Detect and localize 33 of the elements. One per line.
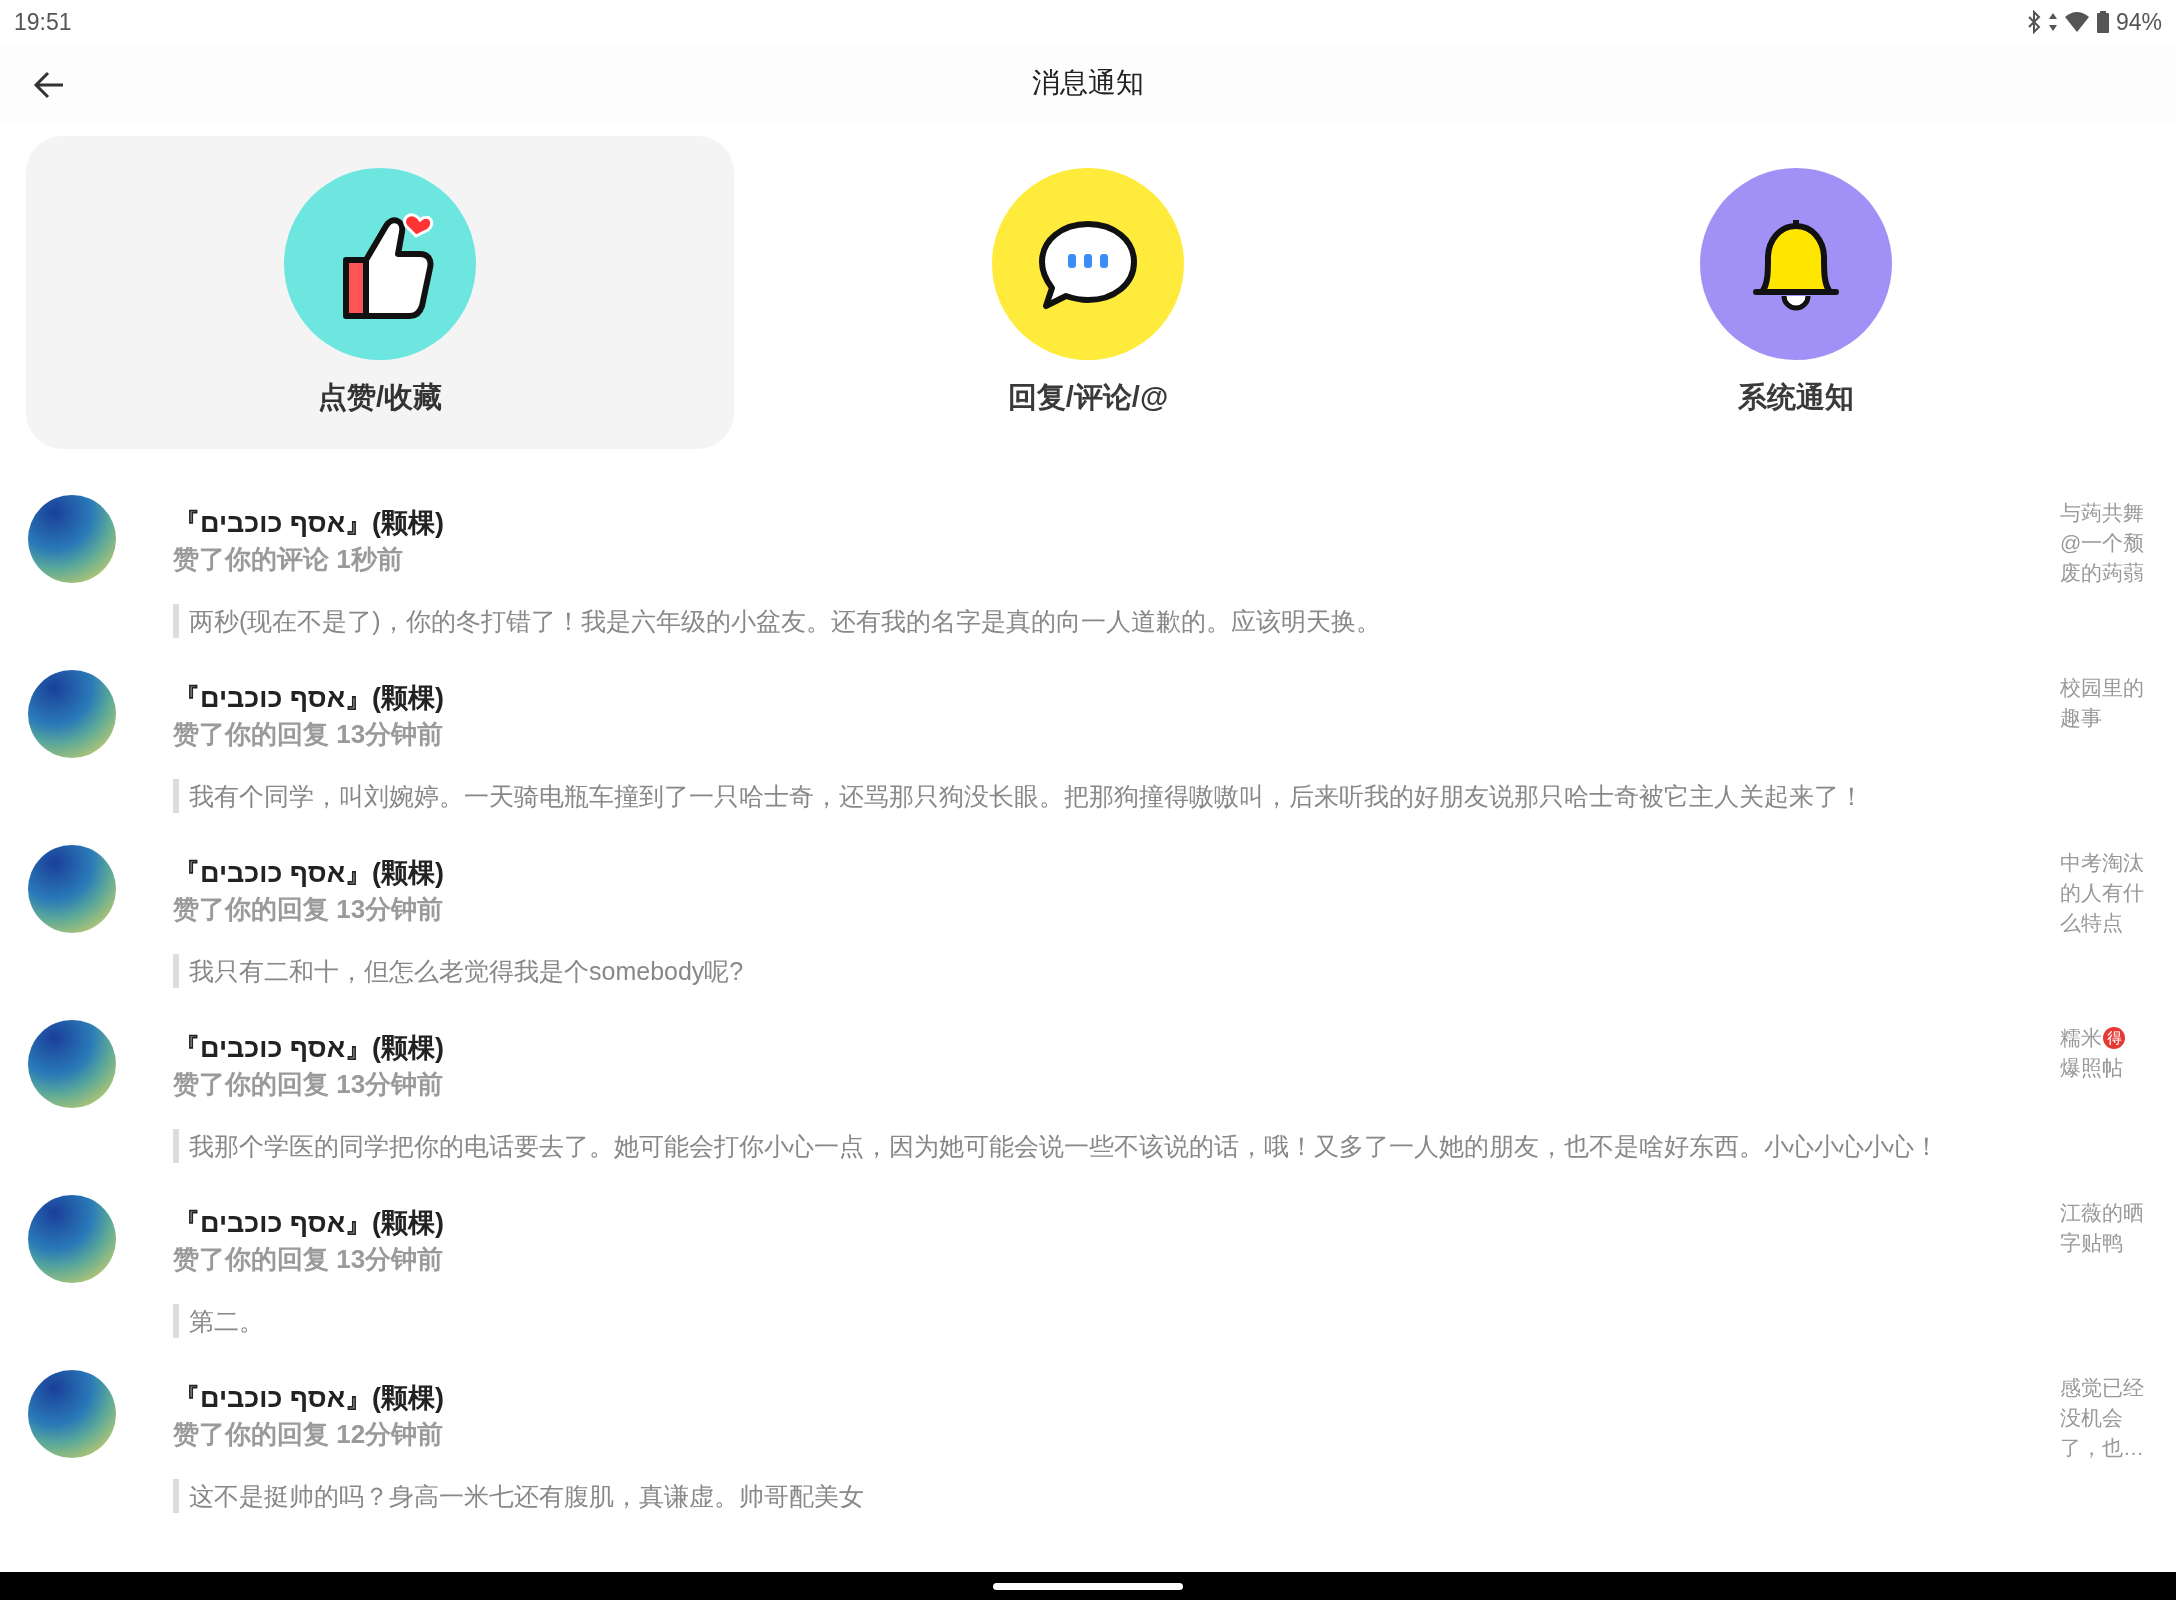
- user-name[interactable]: 『אסף כוכבים』(颗棵): [173, 1030, 2052, 1066]
- user-name[interactable]: 『אסף כוכבים』(颗棵): [173, 505, 2052, 541]
- battery-percent: 94%: [2115, 8, 2162, 36]
- bluetooth-icon: [2025, 10, 2042, 34]
- badge: 得: [2103, 1027, 2125, 1049]
- back-arrow-icon: [33, 71, 65, 99]
- category-tab[interactable]: 点赞/收藏: [26, 136, 734, 449]
- battery-icon: [2095, 10, 2110, 34]
- action-time-text: 赞了你的回复 13分钟前: [173, 1243, 445, 1276]
- home-handle[interactable]: [993, 1582, 1183, 1590]
- comment-quote: 两秒(现在不是了)，你的冬打错了！我是六年级的小盆友。还有我的名字是真的向一人道歉的。应该明天换。: [173, 604, 2052, 638]
- action-time-text: 赞了你的评论 1秒前: [173, 543, 404, 576]
- category-tab[interactable]: 回复/评论/@: [734, 136, 1442, 449]
- action-time-text: 赞了你的回复 12分钟前: [173, 1418, 445, 1451]
- category-tab[interactable]: 系统通知: [1442, 136, 2150, 449]
- thumbs-up-icon: [284, 168, 476, 360]
- user-name[interactable]: 『אסף כוכבים』(颗棵): [173, 1205, 2052, 1241]
- comment-quote: 我那个学医的同学把你的电话要去了。她可能会打你小心一点，因为她可能会说一些不该说的话，哦！又多了一人她的朋友，也不是啥好东西。小心小心小心！: [173, 1129, 2052, 1163]
- comment-quote: 第二。: [173, 1304, 2052, 1338]
- page-title: 消息通知: [1032, 66, 1144, 100]
- action-time-text: 赞了你的回复 13分钟前: [173, 1068, 445, 1101]
- chat-bubble-icon: [992, 168, 1184, 360]
- comment-quote: 我只有二和十，但怎么老觉得我是个somebody呢?: [173, 954, 2052, 988]
- bell-icon: [1700, 168, 1892, 360]
- user-name[interactable]: 『אסף כוכבים』(颗棵): [173, 680, 2052, 716]
- wifi-icon: [2063, 11, 2090, 33]
- status-time: 19:51: [14, 8, 72, 36]
- user-name[interactable]: 『אסף כוכבים』(颗棵): [173, 1380, 2052, 1416]
- action-time-text: 赞了你的回复 13分钟前: [173, 718, 445, 751]
- comment-quote: 我有个同学，叫刘婉婷。一天骑电瓶车撞到了一只哈士奇，还骂那只狗没长眼。把那狗撞得嗷嗷叫，后来听我的好朋友说那只哈士奇被它主人关起来了！: [173, 779, 2052, 813]
- comment-quote: 这不是挺帅的吗？身高一米七还有腹肌，真谦虚。帅哥配美女: [173, 1479, 2052, 1513]
- user-name[interactable]: 『אסף כוכבים』(颗棵): [173, 855, 2052, 891]
- action-time-text: 赞了你的回复 13分钟前: [173, 893, 445, 926]
